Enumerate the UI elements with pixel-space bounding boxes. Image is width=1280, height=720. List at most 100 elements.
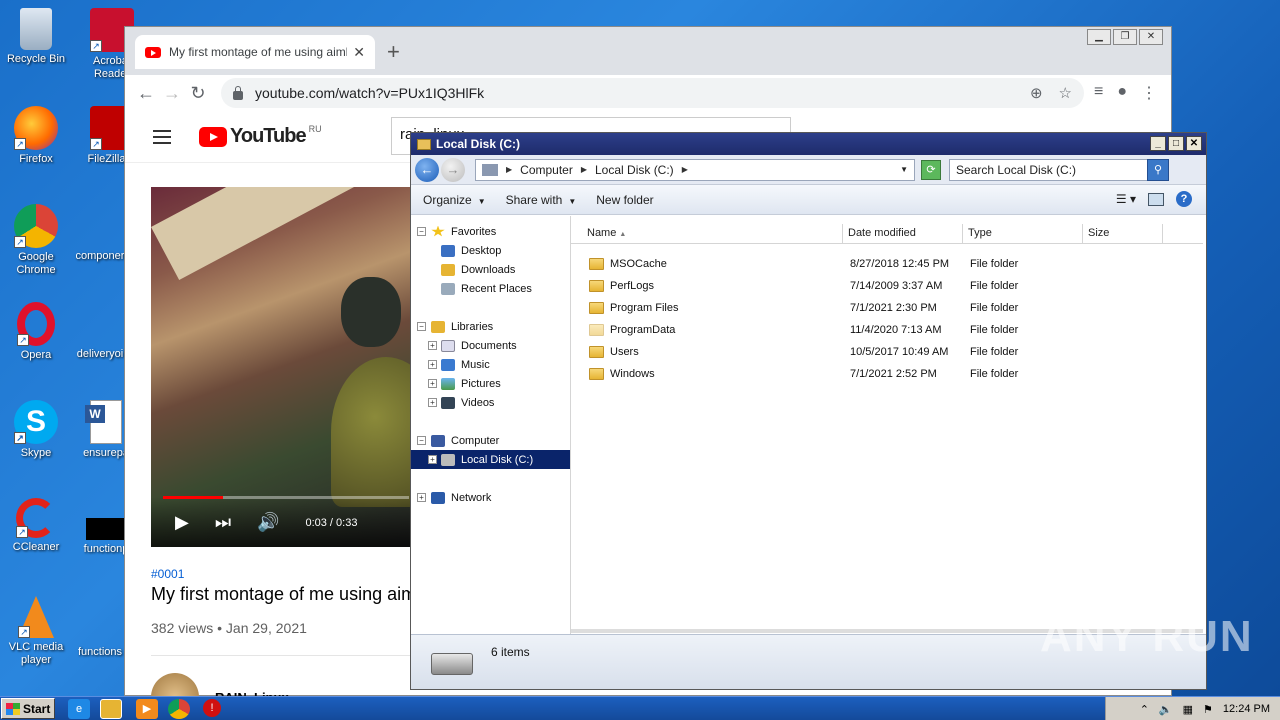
progress-fill bbox=[163, 496, 223, 499]
desktop-icon-vlc[interactable]: ↗ VLC media player bbox=[0, 596, 72, 667]
sort-asc-icon: ▲ bbox=[619, 231, 627, 238]
media-player-icon[interactable]: ▶ bbox=[136, 699, 158, 719]
flag-icon[interactable]: ⚑ bbox=[1203, 703, 1213, 716]
desktop-icon-opera[interactable]: ↗ Opera bbox=[0, 302, 72, 362]
breadcrumb-local-disk[interactable]: Local Disk (C:) bbox=[595, 163, 674, 177]
media-control-icon[interactable]: ≡ bbox=[1094, 83, 1103, 103]
close-icon[interactable]: ✕ bbox=[1139, 29, 1163, 45]
preview-pane-icon[interactable] bbox=[1148, 192, 1164, 206]
file-row[interactable]: Windows 7/1/2021 2:52 PM File folder bbox=[581, 363, 1201, 385]
collapse-icon[interactable]: − bbox=[417, 322, 426, 331]
bookmark-star-icon[interactable]: ☆ bbox=[1059, 84, 1072, 102]
nav-desktop[interactable]: Desktop bbox=[411, 241, 570, 260]
file-row[interactable]: MSOCache 8/27/2018 12:45 PM File folder bbox=[581, 253, 1201, 275]
new-tab-icon[interactable]: + bbox=[387, 39, 400, 65]
column-headers: Name ▲ Date modified Type Size bbox=[571, 224, 1203, 244]
folder-lock-icon bbox=[589, 258, 604, 270]
file-row[interactable]: Program Files 7/1/2021 2:30 PM File folder bbox=[581, 297, 1201, 319]
computer-drive-icon bbox=[482, 163, 498, 176]
next-icon[interactable]: ⏭ bbox=[215, 512, 231, 533]
nav-videos[interactable]: + Videos bbox=[411, 393, 570, 412]
breadcrumb-computer[interactable]: Computer bbox=[520, 163, 573, 177]
nav-favorites[interactable]: − Favorites bbox=[411, 222, 570, 241]
youtube-logo[interactable]: YouTube RU bbox=[199, 123, 322, 148]
desktop-icon-firefox[interactable]: ↗ Firefox bbox=[0, 106, 72, 166]
reload-icon[interactable]: ↻ bbox=[185, 83, 211, 104]
nav-recent-places[interactable]: Recent Places bbox=[411, 279, 570, 298]
start-button[interactable]: Start bbox=[1, 698, 55, 719]
desktop-icon-ccleaner[interactable]: ↗ CCleaner bbox=[0, 498, 72, 554]
back-arrow-icon[interactable]: ← bbox=[133, 83, 159, 104]
breadcrumb[interactable]: ▶ Computer ▶ Local Disk (C:) ▶ ▼ bbox=[475, 158, 915, 181]
windows-logo-icon bbox=[6, 702, 20, 715]
nav-local-disk[interactable]: + Local Disk (C:) bbox=[411, 450, 570, 469]
expand-icon[interactable]: + bbox=[428, 341, 437, 350]
close-icon[interactable]: ✕ bbox=[1186, 136, 1202, 151]
expand-icon[interactable]: + bbox=[428, 455, 437, 464]
view-options-icon[interactable]: ☰ ▾ bbox=[1116, 192, 1136, 206]
volume-icon[interactable]: 🔊 bbox=[257, 512, 279, 533]
network-icon[interactable]: ▦ bbox=[1183, 703, 1193, 716]
restore-icon[interactable]: ❐ bbox=[1113, 29, 1137, 45]
profile-icon[interactable]: ● bbox=[1117, 83, 1127, 103]
expand-icon[interactable]: + bbox=[417, 493, 426, 502]
chevron-down-icon[interactable]: ▼ bbox=[900, 165, 908, 174]
organize-button[interactable]: Organize ▼ bbox=[423, 193, 486, 207]
search-input[interactable]: Search Local Disk (C:) ⚲ bbox=[949, 158, 1169, 181]
add-icon[interactable]: ⊕ bbox=[1030, 84, 1043, 102]
column-date-modified[interactable]: Date modified bbox=[843, 224, 963, 243]
forward-arrow-icon[interactable]: → bbox=[159, 83, 185, 104]
hashtag-link[interactable]: #0001 bbox=[151, 567, 184, 581]
play-icon[interactable]: ▶ bbox=[175, 512, 189, 533]
collapse-icon[interactable]: − bbox=[417, 227, 426, 236]
hamburger-menu-icon[interactable] bbox=[153, 129, 171, 144]
desktop-icon-chrome[interactable]: ↗ Google Chrome bbox=[0, 204, 72, 277]
nav-downloads[interactable]: Downloads bbox=[411, 260, 570, 279]
expand-icon[interactable]: + bbox=[428, 398, 437, 407]
file-row[interactable]: PerfLogs 7/14/2009 3:37 AM File folder bbox=[581, 275, 1201, 297]
progress-bar[interactable] bbox=[163, 496, 409, 499]
column-type[interactable]: Type bbox=[963, 224, 1083, 243]
share-with-button[interactable]: Share with ▼ bbox=[506, 193, 577, 207]
expand-icon[interactable]: + bbox=[428, 360, 437, 369]
back-arrow-icon[interactable]: ← bbox=[415, 157, 439, 182]
stop-icon[interactable]: ! bbox=[203, 699, 221, 717]
collapse-icon[interactable]: − bbox=[417, 436, 426, 445]
nav-music[interactable]: + Music bbox=[411, 355, 570, 374]
address-bar[interactable]: youtube.com/watch?v=PUx1IQ3HlFk ⊕ ☆ bbox=[221, 78, 1084, 108]
expand-icon[interactable]: + bbox=[428, 379, 437, 388]
video-meta: 382 views • Jan 29, 2021 bbox=[151, 620, 307, 636]
column-name[interactable]: Name ▲ bbox=[571, 224, 843, 243]
forward-arrow-icon[interactable]: → bbox=[441, 157, 465, 182]
region-code: RU bbox=[308, 123, 322, 134]
tray-expand-icon[interactable]: ⌃ bbox=[1140, 703, 1149, 716]
nav-pictures[interactable]: + Pictures bbox=[411, 374, 570, 393]
minimize-icon[interactable]: _ bbox=[1150, 136, 1166, 151]
file-row[interactable]: ProgramData 11/4/2020 7:13 AM File folder bbox=[581, 319, 1201, 341]
close-tab-icon[interactable]: ✕ bbox=[353, 44, 365, 61]
clock[interactable]: 12:24 PM bbox=[1223, 703, 1270, 715]
volume-icon[interactable]: 🔈 bbox=[1159, 703, 1173, 716]
explorer-title-bar[interactable]: Local Disk (C:) _ □ ✕ bbox=[411, 133, 1206, 155]
nav-libraries[interactable]: − Libraries bbox=[411, 317, 570, 336]
desktop-icon-label: Firefox bbox=[19, 153, 53, 165]
menu-kebab-icon[interactable]: ⋮ bbox=[1141, 83, 1157, 103]
help-icon[interactable]: ? bbox=[1176, 191, 1192, 207]
browser-tab[interactable]: My first montage of me using aimbot ✕ bbox=[135, 35, 375, 69]
ie-icon[interactable]: e bbox=[68, 699, 90, 719]
desktop-icon-skype[interactable]: S ↗ Skype bbox=[0, 400, 72, 460]
search-icon[interactable]: ⚲ bbox=[1147, 158, 1169, 181]
maximize-icon[interactable]: □ bbox=[1168, 136, 1184, 151]
minimize-icon[interactable]: ▁ bbox=[1087, 29, 1111, 45]
desktop-icon-recycle-bin[interactable]: Recycle Bin bbox=[0, 8, 72, 66]
new-folder-button[interactable]: New folder bbox=[596, 193, 653, 207]
chrome-taskbar-icon[interactable] bbox=[168, 699, 190, 719]
nav-documents[interactable]: + Documents bbox=[411, 336, 570, 355]
nav-network[interactable]: + Network bbox=[411, 488, 570, 507]
column-size[interactable]: Size bbox=[1083, 224, 1163, 243]
nav-computer[interactable]: − Computer bbox=[411, 431, 570, 450]
video-player[interactable]: ▶ ⏭ 🔊 0:03 / 0:33 bbox=[151, 187, 411, 547]
explorer-taskbar-icon[interactable] bbox=[100, 699, 122, 719]
refresh-icon[interactable]: ⟳ bbox=[921, 159, 941, 180]
file-row[interactable]: Users 10/5/2017 10:49 AM File folder bbox=[581, 341, 1201, 363]
